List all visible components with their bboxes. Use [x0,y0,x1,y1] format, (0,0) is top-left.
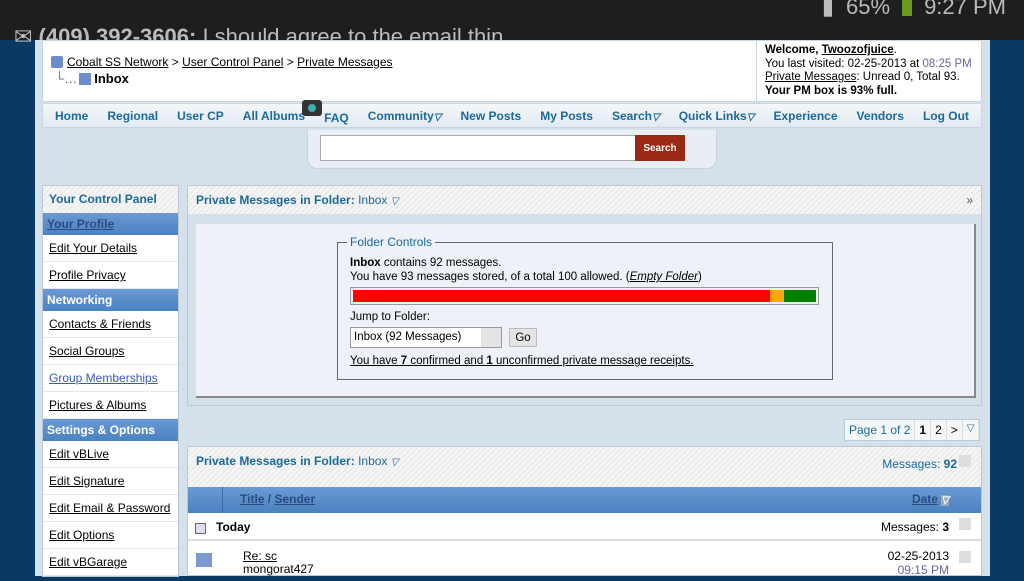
nav-search[interactable]: Search▽ [612,109,660,123]
crumb-home[interactable]: Cobalt SS Network [67,55,168,69]
group-checkbox[interactable] [959,518,971,530]
message-checkbox[interactable] [959,551,971,563]
dropdown-icon: ▽ [651,111,660,123]
message-row[interactable]: Re: sc mongorat427 02-25-2013 09:15 PM [188,541,981,581]
search-input[interactable] [320,135,636,161]
collapse-group-icon[interactable] [195,523,206,534]
sort-sender[interactable]: Sender [274,492,315,506]
message-list-panel: Private Messages in Folder: Inbox ▽ Mess… [187,446,982,577]
nav-experience[interactable]: Experience [773,109,837,123]
nav-faq[interactable]: FAQ [324,111,349,125]
jump-folder-select[interactable]: Inbox (92 Messages) [350,327,502,348]
empty-folder-link[interactable]: Empty Folder [630,271,698,283]
crumb-pm[interactable]: Private Messages [297,55,392,69]
control-panel-sidebar: Your Control Panel Your Profile Edit You… [42,185,179,577]
next-page[interactable]: > [947,420,963,440]
message-title[interactable]: Re: sc [243,549,277,563]
nav-new-posts[interactable]: New Posts [461,109,522,123]
select-all-checkbox[interactable] [959,455,971,467]
message-icon [196,553,212,567]
forum-page: Cobalt SS Network > User Control Panel >… [35,40,990,577]
sort-title[interactable]: Title [240,492,264,506]
search-bar: Search [307,130,717,169]
welcome-box: Welcome, Twoozofjuice. You last visited:… [756,41,983,102]
page-2[interactable]: 2 [931,420,947,440]
nav-vendors[interactable]: Vendors [857,109,904,123]
select-arrow-icon [481,328,501,347]
dropdown-icon: ▽ [433,111,442,123]
nav-bar: Home Regional User CP All Albums FAQ Com… [42,100,982,128]
sidebar-item-edit-details[interactable]: Edit Your Details [43,235,178,262]
battery-percent: 65% [846,0,891,19]
page-title: └… Inbox [55,71,129,86]
page-info: Page 1 of 2 [845,420,916,440]
sidebar-item-profile-privacy[interactable]: Profile Privacy [43,262,178,289]
sidebar-section-settings: Settings & Options [43,419,178,441]
sidebar-section-your-profile[interactable]: Your Profile [43,213,178,235]
sidebar-item-edit-email-password[interactable]: Edit Email & Password [43,495,178,522]
nav-community[interactable]: Community▽ [368,109,442,123]
column-header: Title / Sender Date ▽ [188,487,981,513]
pm-link[interactable]: Private Messages [765,71,856,83]
sidebar-item-social-groups[interactable]: Social Groups [43,338,178,365]
android-status-bar: ✉ (409) 392-3606: I should agree to the … [0,0,1024,49]
nav-regional[interactable]: Regional [107,109,158,123]
dropdown-icon[interactable]: ▽ [391,196,399,207]
sidebar-section-networking: Networking [43,289,178,311]
sidebar-item-group-memberships[interactable]: Group Memberships [43,365,178,392]
nav-quick-links[interactable]: Quick Links▽ [679,109,755,123]
sidebar-item-edit-signature[interactable]: Edit Signature [43,468,178,495]
dropdown-icon: ▽ [746,111,755,123]
group-today: Today Messages: 3 [188,513,981,541]
nav-log-out[interactable]: Log Out [923,109,969,123]
folder-icon [79,73,92,85]
sidebar-item-edit-options[interactable]: Edit Options [43,522,178,549]
usage-warn [769,290,784,302]
camera-icon [302,100,323,116]
sidebar-item-contacts[interactable]: Contacts & Friends [43,311,178,338]
receipts-link[interactable]: You have 7 confirmed and 1 unconfirmed p… [350,355,694,367]
username-link[interactable]: Twoozofjuice [822,44,894,56]
page-1[interactable]: 1 [915,420,932,440]
signal-icon: ▮ [821,0,835,19]
folder-icon [51,56,63,68]
usage-used [353,290,770,302]
page-menu-icon[interactable]: ▽ [963,420,980,440]
nav-my-posts[interactable]: My Posts [540,109,593,123]
header: Cobalt SS Network > User Control Panel >… [42,40,982,102]
sort-icon: ▽ [941,495,949,506]
clock: 9:27 PM [924,0,1006,19]
search-button[interactable]: Search [635,135,685,161]
dropdown-icon[interactable]: ▽ [391,457,399,468]
sidebar-item-pictures-albums[interactable]: Pictures & Albums [43,392,178,419]
go-button[interactable]: Go [509,328,537,347]
pagination: Page 1 of 2 1 2 > ▽ [844,419,981,441]
message-sender: mongorat427 [243,562,314,576]
usage-bar [350,287,819,305]
sidebar-item-edit-vblive[interactable]: Edit vBLive [43,441,178,468]
crumb-ucp[interactable]: User Control Panel [182,55,283,69]
sidebar-title: Your Control Panel [43,186,178,213]
sort-date[interactable]: Date [912,492,938,506]
nav-all-albums[interactable]: All Albums [243,109,305,123]
usage-free [783,290,816,302]
folder-controls: Folder Controls Inbox contains 92 messag… [337,235,833,380]
folder-controls-panel: Private Messages in Folder: Inbox ▽» Fol… [187,185,982,406]
nav-user-cp[interactable]: User CP [177,109,224,123]
panel-title: Private Messages in Folder: Inbox ▽» [188,186,981,214]
nav-home[interactable]: Home [55,109,88,123]
sidebar-item-edit-vbgarage[interactable]: Edit vBGarage [43,549,178,576]
collapse-icon[interactable]: » [966,186,973,214]
battery-icon [902,0,913,16]
breadcrumb: Cobalt SS Network > User Control Panel >… [51,55,393,69]
